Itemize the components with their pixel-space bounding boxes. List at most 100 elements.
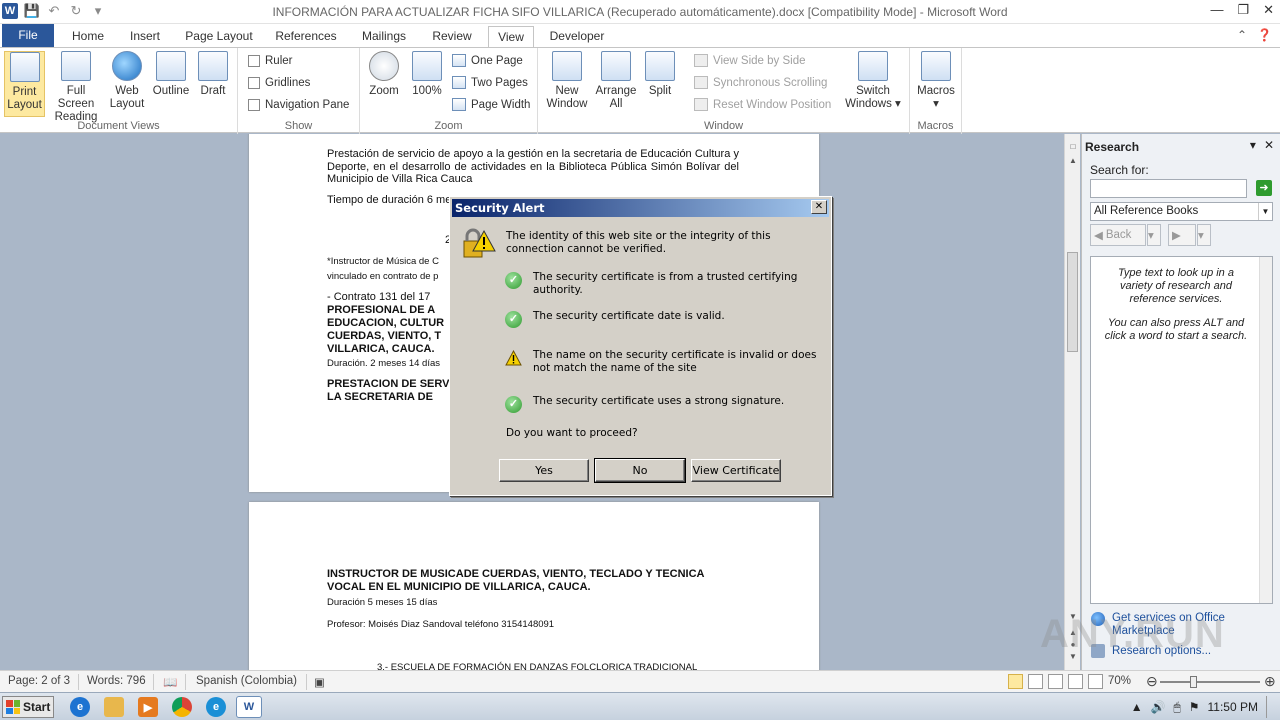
- network-icon[interactable]: 🖱: [1174, 700, 1181, 715]
- reference-source-select[interactable]: All Reference Books ▼: [1090, 202, 1273, 221]
- close-icon[interactable]: ✕: [811, 200, 827, 214]
- edge-icon[interactable]: e: [206, 697, 226, 717]
- check-ok-icon: ✓: [505, 311, 522, 328]
- action-center-icon[interactable]: ⚑: [1189, 700, 1200, 714]
- reset-window-position-button[interactable]: Reset Window Position: [694, 98, 831, 111]
- restore-icon[interactable]: ❐: [1237, 2, 1249, 18]
- scrollbar-thumb[interactable]: [1067, 252, 1078, 352]
- scroll-up-icon[interactable]: ▲: [1065, 156, 1081, 170]
- group-window: New Window Arrange All Split View Side b…: [538, 48, 910, 134]
- no-button[interactable]: No: [594, 458, 686, 483]
- group-label: Macros: [917, 120, 954, 132]
- close-pane-icon[interactable]: ✕: [1264, 138, 1274, 152]
- zoom-button[interactable]: Zoom: [366, 51, 402, 98]
- check-strong-signature: The security certificate uses a strong s…: [533, 395, 785, 407]
- tab-file[interactable]: File: [2, 24, 54, 47]
- vertical-scrollbar[interactable]: □ ▲ ▼ ▲ ● ▼: [1064, 134, 1080, 670]
- language-status[interactable]: Spanish (Colombia): [196, 675, 297, 687]
- magnifier-icon: [369, 51, 399, 81]
- macros-button[interactable]: Macros ▾: [916, 51, 956, 111]
- print-layout-view-icon[interactable]: [1008, 674, 1023, 689]
- tab-home[interactable]: Home: [62, 26, 114, 47]
- full-screen-reading-button[interactable]: Full Screen Reading: [48, 51, 104, 124]
- research-results[interactable]: Type text to look up in a variety of res…: [1090, 256, 1273, 604]
- forward-button[interactable]: ▶: [1168, 224, 1196, 246]
- help-icon[interactable]: ❓: [1257, 28, 1272, 42]
- switch-windows-icon: [858, 51, 888, 81]
- word-count[interactable]: Words: 796: [87, 675, 146, 687]
- page-count[interactable]: Page: 2 of 3: [8, 675, 70, 687]
- chevron-down-icon: ▾: [1198, 230, 1204, 242]
- taskbar: Start e ▶ e W ▲ 🔊 🖱 ⚑ 11:50 PM: [0, 692, 1280, 720]
- new-window-button[interactable]: New Window: [542, 51, 592, 111]
- start-search-icon[interactable]: ➜: [1256, 180, 1272, 196]
- outline-view-icon[interactable]: [1068, 674, 1083, 689]
- show-desktop-button[interactable]: [1266, 696, 1272, 718]
- minimize-icon[interactable]: —: [1210, 2, 1223, 18]
- switch-windows-button[interactable]: Switch Windows ▾: [842, 51, 904, 111]
- split-button[interactable]: Split: [642, 51, 678, 98]
- arrange-all-button[interactable]: Arrange All: [594, 51, 638, 111]
- forward-dropdown[interactable]: ▾: [1197, 224, 1211, 246]
- dialog-title: Security Alert: [455, 201, 545, 215]
- minimize-ribbon-icon[interactable]: ⌃: [1237, 28, 1247, 42]
- volume-icon[interactable]: 🔊: [1151, 700, 1166, 714]
- chevron-down-icon: ▼: [1258, 203, 1272, 220]
- back-dropdown[interactable]: ▾: [1147, 224, 1161, 246]
- outline-button[interactable]: Outline: [150, 51, 192, 98]
- tab-review[interactable]: Review: [424, 26, 480, 47]
- proofing-icon[interactable]: 📖: [163, 675, 177, 689]
- show-hidden-icons[interactable]: ▲: [1131, 700, 1143, 714]
- draft-button[interactable]: Draft: [196, 51, 230, 98]
- watermark: ANY.RUN: [1040, 612, 1225, 656]
- chrome-icon[interactable]: [172, 697, 192, 717]
- dialog-intro: The identity of this web site or the int…: [506, 230, 771, 255]
- zoom-slider[interactable]: [1160, 676, 1260, 688]
- checkbox-icon: [248, 99, 260, 111]
- two-pages-button[interactable]: Two Pages: [452, 76, 528, 89]
- file-explorer-icon[interactable]: [104, 697, 124, 717]
- dialog-title-bar[interactable]: Security Alert ✕: [452, 199, 829, 217]
- new-window-icon: [552, 51, 582, 81]
- clock[interactable]: 11:50 PM: [1208, 700, 1258, 714]
- pane-options-icon[interactable]: ▾: [1250, 138, 1256, 152]
- internet-explorer-icon[interactable]: e: [70, 697, 90, 717]
- two-pages-icon: [452, 76, 466, 89]
- tab-developer[interactable]: Developer: [542, 26, 612, 47]
- view-side-by-side-button[interactable]: View Side by Side: [694, 54, 805, 67]
- start-button[interactable]: Start: [2, 696, 54, 718]
- full-screen-view-icon[interactable]: [1028, 674, 1043, 689]
- view-certificate-button[interactable]: View Certificate: [691, 459, 781, 482]
- tab-insert[interactable]: Insert: [120, 26, 170, 47]
- web-layout-view-icon[interactable]: [1048, 674, 1063, 689]
- navigation-pane-checkbox[interactable]: Navigation Pane: [248, 99, 349, 111]
- yes-button[interactable]: Yes: [499, 459, 589, 482]
- zoom-level[interactable]: 70%: [1108, 675, 1131, 687]
- research-search-input[interactable]: [1090, 179, 1247, 198]
- gridlines-checkbox[interactable]: Gridlines: [248, 77, 310, 89]
- tab-references[interactable]: References: [268, 26, 344, 47]
- status-bar: Page: 2 of 3 Words: 796 📖 Spanish (Colom…: [0, 670, 1280, 692]
- page-width-button[interactable]: Page Width: [452, 98, 530, 111]
- tab-view[interactable]: View: [488, 26, 534, 48]
- one-page-button[interactable]: One Page: [452, 54, 523, 67]
- word-taskbar-icon[interactable]: W: [236, 696, 262, 718]
- document-page-2[interactable]: INSTRUCTOR DE MUSICADE CUERDAS, VIENTO, …: [249, 502, 819, 670]
- ruler-toggle-icon[interactable]: □: [1065, 142, 1081, 156]
- media-player-icon[interactable]: ▶: [138, 697, 158, 717]
- print-layout-button[interactable]: Print Layout: [4, 51, 45, 117]
- ruler-checkbox[interactable]: Ruler: [248, 55, 292, 67]
- macro-record-icon[interactable]: ▣: [314, 675, 325, 689]
- draft-view-icon[interactable]: [1088, 674, 1103, 689]
- synchronous-scrolling-button[interactable]: Synchronous Scrolling: [694, 76, 827, 89]
- close-window-icon[interactable]: ✕: [1263, 2, 1274, 18]
- back-button[interactable]: ◀ Back: [1090, 224, 1146, 246]
- zoom-slider-knob[interactable]: [1190, 676, 1197, 688]
- zoom-in-icon[interactable]: ⊕: [1264, 673, 1276, 690]
- zoom-out-icon[interactable]: ⊖: [1146, 673, 1158, 690]
- web-layout-button[interactable]: Web Layout: [108, 51, 146, 111]
- tab-page-layout[interactable]: Page Layout: [180, 26, 258, 47]
- tab-mailings[interactable]: Mailings: [354, 26, 414, 47]
- results-scrollbar[interactable]: [1259, 257, 1272, 603]
- zoom-100-button[interactable]: 100%: [408, 51, 446, 98]
